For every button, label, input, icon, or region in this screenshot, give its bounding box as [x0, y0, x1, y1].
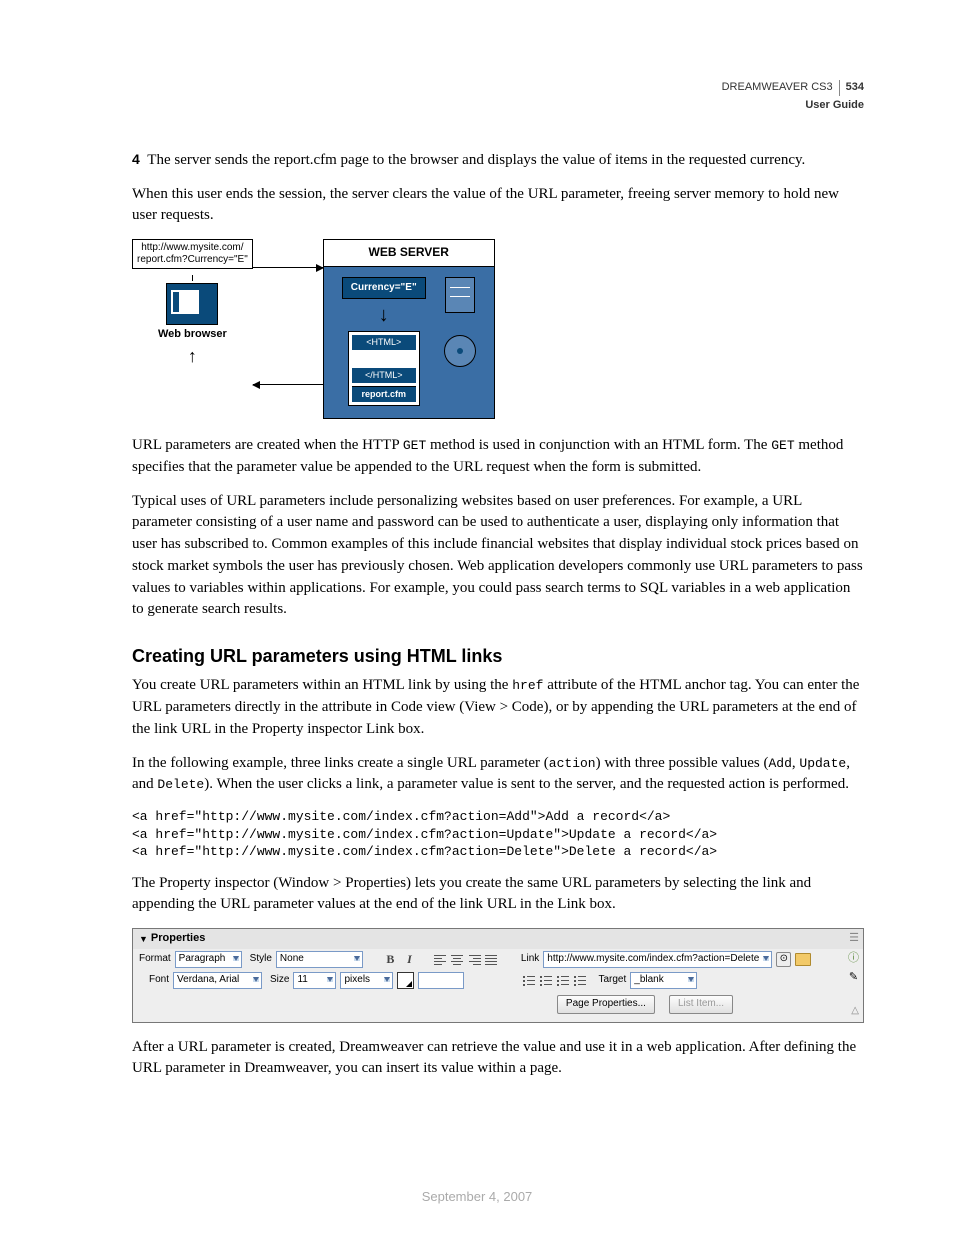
example-intro-para: In the following example, three links cr… — [132, 753, 864, 797]
disc-icon — [444, 335, 476, 367]
italic-button[interactable]: I — [402, 953, 417, 967]
web-server-box: WEB SERVER Currency="E" ↓ <HTML> </HTML>… — [323, 239, 495, 419]
format-select[interactable]: Paragraph — [175, 951, 242, 968]
after-para: After a URL parameter is created, Dreamw… — [132, 1037, 864, 1081]
target-select[interactable]: _blank — [630, 972, 697, 989]
size-label: Size — [270, 973, 289, 988]
outdent-button[interactable] — [556, 974, 571, 987]
property-inspector-para: The Property inspector (Window > Propert… — [132, 873, 864, 917]
properties-panel: ▼Properties☰ Format Paragraph Style None… — [132, 928, 864, 1022]
align-center-button[interactable] — [450, 953, 465, 966]
arrows-icon — [253, 249, 323, 409]
web-browser-label: Web browser — [132, 327, 253, 343]
html-box: <HTML> </HTML> report.cfm — [348, 331, 420, 406]
down-arrow-icon: ↓ — [379, 305, 389, 325]
guide-label: User Guide — [132, 98, 864, 114]
browse-folder-icon[interactable] — [795, 953, 811, 966]
style-label: Style — [250, 952, 272, 967]
page-properties-button[interactable]: Page Properties... — [557, 995, 655, 1014]
product-name: DREAMWEAVER CS3 — [722, 80, 833, 96]
up-arrow-icon: ↑ — [132, 343, 253, 369]
list-item-button: List Item... — [669, 995, 733, 1014]
diagram-url-label: http://www.mysite.com/report.cfm?Currenc… — [132, 239, 253, 269]
target-label: Target — [598, 973, 626, 988]
step-4-para: 4 The server sends the report.cfm page t… — [132, 149, 864, 172]
database-icon — [445, 277, 475, 313]
size-unit-select[interactable]: pixels — [340, 972, 393, 989]
web-server-label: WEB SERVER — [324, 240, 494, 266]
step-4-cont: When this user ends the session, the ser… — [132, 184, 864, 228]
properties-titlebar[interactable]: ▼Properties☰ — [133, 929, 863, 949]
quick-tag-icon[interactable]: ✎ — [849, 970, 858, 986]
text-color-picker[interactable] — [397, 972, 414, 989]
collapse-triangle-icon[interactable]: ▼ — [139, 933, 148, 946]
align-right-button[interactable] — [467, 953, 482, 966]
page-number: 534 — [839, 80, 864, 96]
align-left-button[interactable] — [433, 953, 448, 966]
link-select[interactable]: http://www.mysite.com/index.cfm?action=D… — [543, 951, 772, 968]
expand-triangle-icon[interactable]: △ — [851, 1004, 859, 1019]
footer-date: September 4, 2007 — [0, 1188, 954, 1207]
section-heading: Creating URL parameters using HTML links — [132, 643, 864, 669]
indent-button[interactable] — [573, 974, 588, 987]
font-select[interactable]: Verdana, Arial — [173, 972, 262, 989]
size-select[interactable]: 11 — [293, 972, 336, 989]
format-label: Format — [139, 952, 171, 967]
panel-menu-icon[interactable]: ☰ — [849, 931, 859, 947]
code-example: <a href="http://www.mysite.com/index.cfm… — [132, 808, 864, 861]
font-label: Font — [149, 973, 169, 988]
report-label: report.cfm — [352, 386, 416, 402]
style-select[interactable]: None — [276, 951, 363, 968]
align-justify-button[interactable] — [484, 953, 499, 966]
browser-icon — [166, 283, 218, 325]
typical-uses-para: Typical uses of URL parameters include p… — [132, 491, 864, 622]
point-to-file-icon[interactable]: ⊙ — [776, 952, 791, 967]
bold-button[interactable]: B — [383, 953, 398, 967]
page-header: DREAMWEAVER CS3 534 User Guide — [132, 80, 864, 114]
step-number: 4 — [132, 151, 140, 167]
align-group — [433, 953, 499, 966]
web-server-diagram: http://www.mysite.com/report.cfm?Currenc… — [132, 239, 864, 419]
url-params-get-para: URL parameters are created when the HTTP… — [132, 435, 864, 479]
currency-label: Currency="E" — [342, 277, 426, 300]
link-label: Link — [521, 952, 539, 967]
unordered-list-button[interactable] — [522, 974, 537, 987]
help-icon[interactable]: ⓘ — [848, 951, 859, 967]
href-para: You create URL parameters within an HTML… — [132, 675, 864, 740]
text-color-input[interactable] — [418, 972, 464, 989]
ordered-list-button[interactable] — [539, 974, 554, 987]
